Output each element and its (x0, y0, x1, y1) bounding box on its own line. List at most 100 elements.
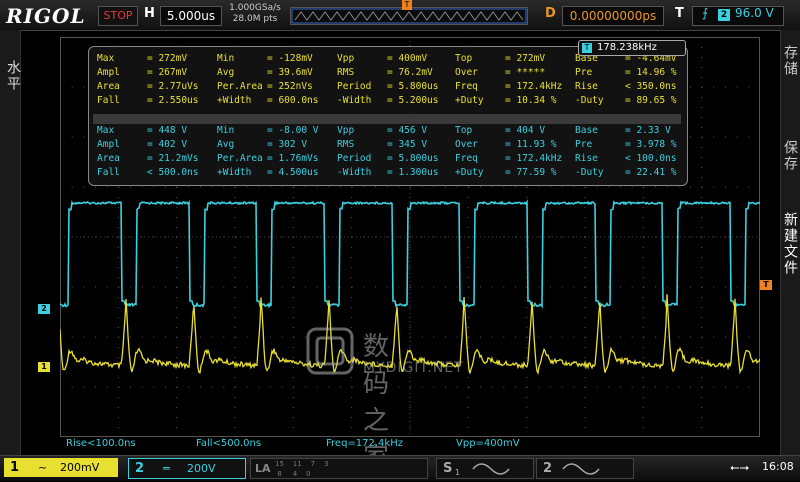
ch1-meas-label: Ampl (97, 67, 120, 78)
trigger-level: 96.0 V (735, 6, 774, 20)
ch2-meas-label: +Duty (455, 167, 484, 178)
bottom-meas-freq: Freq=172.4kHz (326, 438, 403, 449)
ch1-meas-row: Fall = 2.550us +Width = 600.0ns -Width = 5.20… (97, 95, 687, 108)
ch2-meas-value: = 5.800us (387, 153, 439, 164)
ch1-meas-value: = 267mV (147, 67, 188, 78)
ch1-meas-label: Min (217, 53, 235, 64)
brand-logo: RIGOL (6, 4, 86, 28)
sine-wave-icon (472, 463, 510, 475)
ch2-meas-label: Pre (575, 139, 593, 150)
ch2-meas-row: Area = 21.2mVs Per.Area = 1.76mVs Period = 5.… (97, 153, 687, 166)
ch1-meas-row: Ampl = 267mV Avg = 39.6mV RMS = 76.2mV Over = *… (97, 67, 687, 80)
ch2-meas-value: = 448 V (147, 125, 188, 136)
ch1-meas-label: +Width (217, 95, 252, 106)
counter-value: 178.238kHz (597, 42, 657, 53)
trigger-position-marker[interactable]: T (402, 0, 412, 10)
ch1-meas-row: Area = 2.77uVs Per.Area = 252nVs Period = 5.8… (97, 81, 687, 94)
run-stop-button[interactable]: STOP (98, 6, 138, 26)
frequency-counter[interactable]: T 178.238kHz (578, 40, 686, 56)
new-file-button[interactable]: 新建文件 (781, 212, 800, 276)
trigger-label: T (675, 6, 684, 21)
sample-info: 1.000GSa/s 28.0M pts (226, 3, 284, 25)
la-label: LA (255, 462, 271, 475)
ch2-meas-label: Per.Area (217, 153, 263, 164)
trigger-level-marker[interactable]: T (760, 280, 772, 290)
source1-settings[interactable]: S 1 (436, 458, 534, 479)
ch2-meas-label: +Width (217, 167, 252, 178)
ch1-meas-value: = 272mV (147, 53, 188, 64)
ch2-meas-label: -Duty (575, 167, 604, 178)
ch2-meas-value: = 11.93 % (505, 139, 557, 150)
logic-analyzer-settings[interactable]: LA 15 11 7 3 8 4 0 (250, 458, 428, 479)
ch1-meas-label: Area (97, 81, 120, 92)
ch1-meas-value: = 5.800us (387, 81, 439, 92)
ch1-meas-value: = 2.77uVs (147, 81, 199, 92)
source2-settings[interactable]: 2 (536, 458, 634, 479)
ch2-meas-label: Base (575, 125, 598, 136)
ch1-meas-label: Fall (97, 95, 120, 106)
ch2-meas-value: = 404 V (505, 125, 546, 136)
bottom-meas-fall: Fall<500.0ns (196, 438, 262, 449)
ch2-meas-value: = 1.300us (387, 167, 439, 178)
ch1-meas-value: = 76.2mV (387, 67, 433, 78)
la-digits: 15 11 7 3 8 4 0 (275, 460, 329, 478)
ch1-meas-label: Over (455, 67, 478, 78)
ch2-scale: 200V (187, 462, 216, 475)
ch2-meas-value: = 4.500us (267, 167, 319, 178)
dc-coupling-icon: ═ (163, 462, 170, 475)
memory-strip-waveform (291, 8, 527, 24)
ch2-meas-label: Top (455, 125, 473, 136)
ch2-meas-value: = 1.76mVs (267, 153, 319, 164)
ch2-offset-marker[interactable]: 2 (38, 304, 50, 314)
ch2-meas-label: Ampl (97, 139, 120, 150)
left-menu-panel (0, 30, 21, 455)
ch2-meas-label: RMS (337, 139, 355, 150)
ch1-meas-value: = 39.6mV (267, 67, 313, 78)
ch1-meas-label: RMS (337, 67, 355, 78)
source2-number: 2 (543, 461, 553, 476)
ch1-meas-label: Top (455, 53, 473, 64)
ch2-meas-row: Max = 448 V Min = -8.00 V Vpp = 456 V Top = 404… (97, 125, 687, 138)
ch2-meas-label: Area (97, 153, 120, 164)
ch2-meas-value: = 172.4kHz (505, 153, 563, 164)
measurement-panel: Max = 272mV Min = -128mV Vpp = 400mV Top = 272m… (88, 46, 688, 186)
ch2-meas-value: < 500.0ns (147, 167, 199, 178)
counter-icon: T (582, 43, 592, 53)
delay-value[interactable]: 0.00000000ps (562, 6, 664, 26)
ch2-meas-label: -Width (337, 167, 372, 178)
ch2-settings[interactable]: 2 ═ 200V (128, 458, 246, 479)
ch1-meas-value: = 10.34 % (505, 95, 557, 106)
ch1-meas-value: = ***** (505, 67, 546, 78)
ch1-meas-value: = 600.0ns (267, 95, 319, 106)
ch1-meas-value: = 14.96 % (625, 67, 677, 78)
ch2-number: 2 (135, 461, 145, 476)
ch2-meas-value: = 21.2mVs (147, 153, 199, 164)
ch1-settings[interactable]: 1 ~ 200mV (4, 458, 118, 477)
horizontal-menu-tab[interactable]: 水平 (3, 60, 23, 92)
ch1-meas-label: Period (337, 81, 372, 92)
ch2-meas-label: Rise (575, 153, 598, 164)
ch1-offset-marker[interactable]: 1 (38, 362, 50, 372)
ch2-meas-label: Period (337, 153, 372, 164)
save-button[interactable]: 保存 (781, 140, 800, 172)
storage-button[interactable]: 存储 (781, 45, 800, 77)
ch1-meas-value: = 172.4kHz (505, 81, 563, 92)
ch1-meas-value: = 5.200us (387, 95, 439, 106)
ch1-meas-value: = 2.550us (147, 95, 199, 106)
ch1-meas-label: Rise (575, 81, 598, 92)
source1-number: 1 (455, 468, 461, 477)
ch1-meas-label: Avg (217, 67, 235, 78)
horizontal-scale[interactable]: 5.000us (160, 6, 222, 26)
watermark-text: 数码之家 (363, 332, 394, 473)
usb-icon: ⭠⭢ (730, 460, 750, 474)
ch2-meas-label: Vpp (337, 125, 355, 136)
ch1-meas-value: = 89.65 % (625, 95, 677, 106)
ch2-meas-label: Fall (97, 167, 120, 178)
ch2-meas-value: = 22.41 % (625, 167, 677, 178)
ch1-meas-label: -Width (337, 95, 372, 106)
measurement-separator (93, 114, 681, 124)
bottom-meas-vpp: Vpp=400mV (456, 438, 520, 449)
ch1-meas-label: Vpp (337, 53, 355, 64)
trigger-channel: 2 (718, 9, 730, 21)
rising-edge-icon: ⨍ (702, 6, 709, 20)
